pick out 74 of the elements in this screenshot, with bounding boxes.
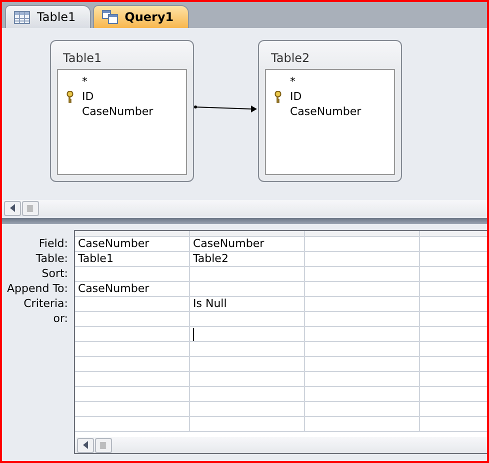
grid-cell[interactable]: CaseNumber [190,237,305,252]
grid-cell[interactable] [75,357,190,372]
text-cursor [193,328,194,341]
row-label: Criteria: [22,296,69,311]
grip-icon [100,442,107,448]
row-label: Table: [34,251,69,266]
grid-cell[interactable] [305,237,420,252]
table-field-list[interactable]: Table1 * ID CaseNumber [50,40,194,182]
join-line [194,105,258,113]
grid-cell[interactable] [305,312,420,327]
grid-cell[interactable] [305,267,420,282]
grid-cell[interactable] [305,372,420,387]
grid-cell[interactable] [190,267,305,282]
field-name[interactable]: * [290,75,296,88]
grid-cell[interactable] [190,387,305,402]
column-selector[interactable] [190,231,305,237]
scroll-thumb[interactable] [22,200,39,216]
grid-cell[interactable] [305,387,420,402]
field-name[interactable]: CaseNumber [290,105,362,118]
column-selector[interactable] [75,231,190,237]
field-name[interactable]: ID [82,90,94,103]
grid-cell[interactable] [75,402,190,417]
table-icon [14,10,30,24]
left-arrow-icon [82,441,88,449]
grid-cell[interactable] [305,282,420,297]
grid-cell[interactable]: Table1 [75,252,190,267]
grid-cell[interactable] [75,297,190,312]
grid-cell[interactable] [190,357,305,372]
document-tab[interactable]: Query1 [92,5,189,28]
grid-cell[interactable] [190,402,305,417]
grid-cell[interactable]: Table2 [190,252,305,267]
left-arrow-icon [10,204,16,212]
grid-cell[interactable] [305,402,420,417]
grid-cell[interactable] [75,312,190,327]
field-name[interactable]: * [82,75,88,88]
grid-cell[interactable] [190,372,305,387]
field-name[interactable]: CaseNumber [82,105,154,118]
scroll-left-button[interactable] [77,438,94,452]
grid-cell[interactable] [190,312,305,327]
grid-cell[interactable] [75,417,190,432]
row-label: Field: [38,236,69,251]
table-field-list[interactable]: Table2 * ID CaseNumber [258,40,402,182]
grid-cell[interactable] [305,342,420,357]
key-icon [66,90,74,102]
grid-cell[interactable] [75,387,190,402]
field-name[interactable]: ID [290,90,302,103]
grid-cell[interactable] [190,342,305,357]
grid-cell[interactable] [305,327,420,342]
grid-cell[interactable] [305,297,420,312]
field-list-title: Table1 [62,50,103,67]
scroll-thumb[interactable] [95,438,112,452]
grid-cell[interactable] [190,417,305,432]
grid-cell[interactable] [305,357,420,372]
scroll-left-button[interactable] [4,200,21,216]
grid-cell[interactable] [75,372,190,387]
grid-cell[interactable] [75,267,190,282]
grid-cell[interactable]: CaseNumber [75,237,190,252]
column-selector[interactable] [305,231,420,237]
field-list-title: Table2 [270,50,311,67]
row-label: Sort: [40,266,69,281]
grip-icon [27,204,34,212]
row-label: or: [52,311,69,326]
grid-cell[interactable] [305,417,420,432]
document-tab[interactable]: Table1 [5,5,91,28]
grid-cell[interactable]: CaseNumber [75,282,190,297]
row-label: Append To: [6,281,69,296]
grid-cell[interactable] [305,252,420,267]
grid-cell[interactable]: Is Null [190,297,305,312]
query-icon [102,10,118,24]
key-icon [274,90,282,102]
grid-cell[interactable] [190,327,305,342]
grid-cell[interactable] [190,282,305,297]
grid-cell[interactable] [75,327,190,342]
grid-cell[interactable] [75,342,190,357]
